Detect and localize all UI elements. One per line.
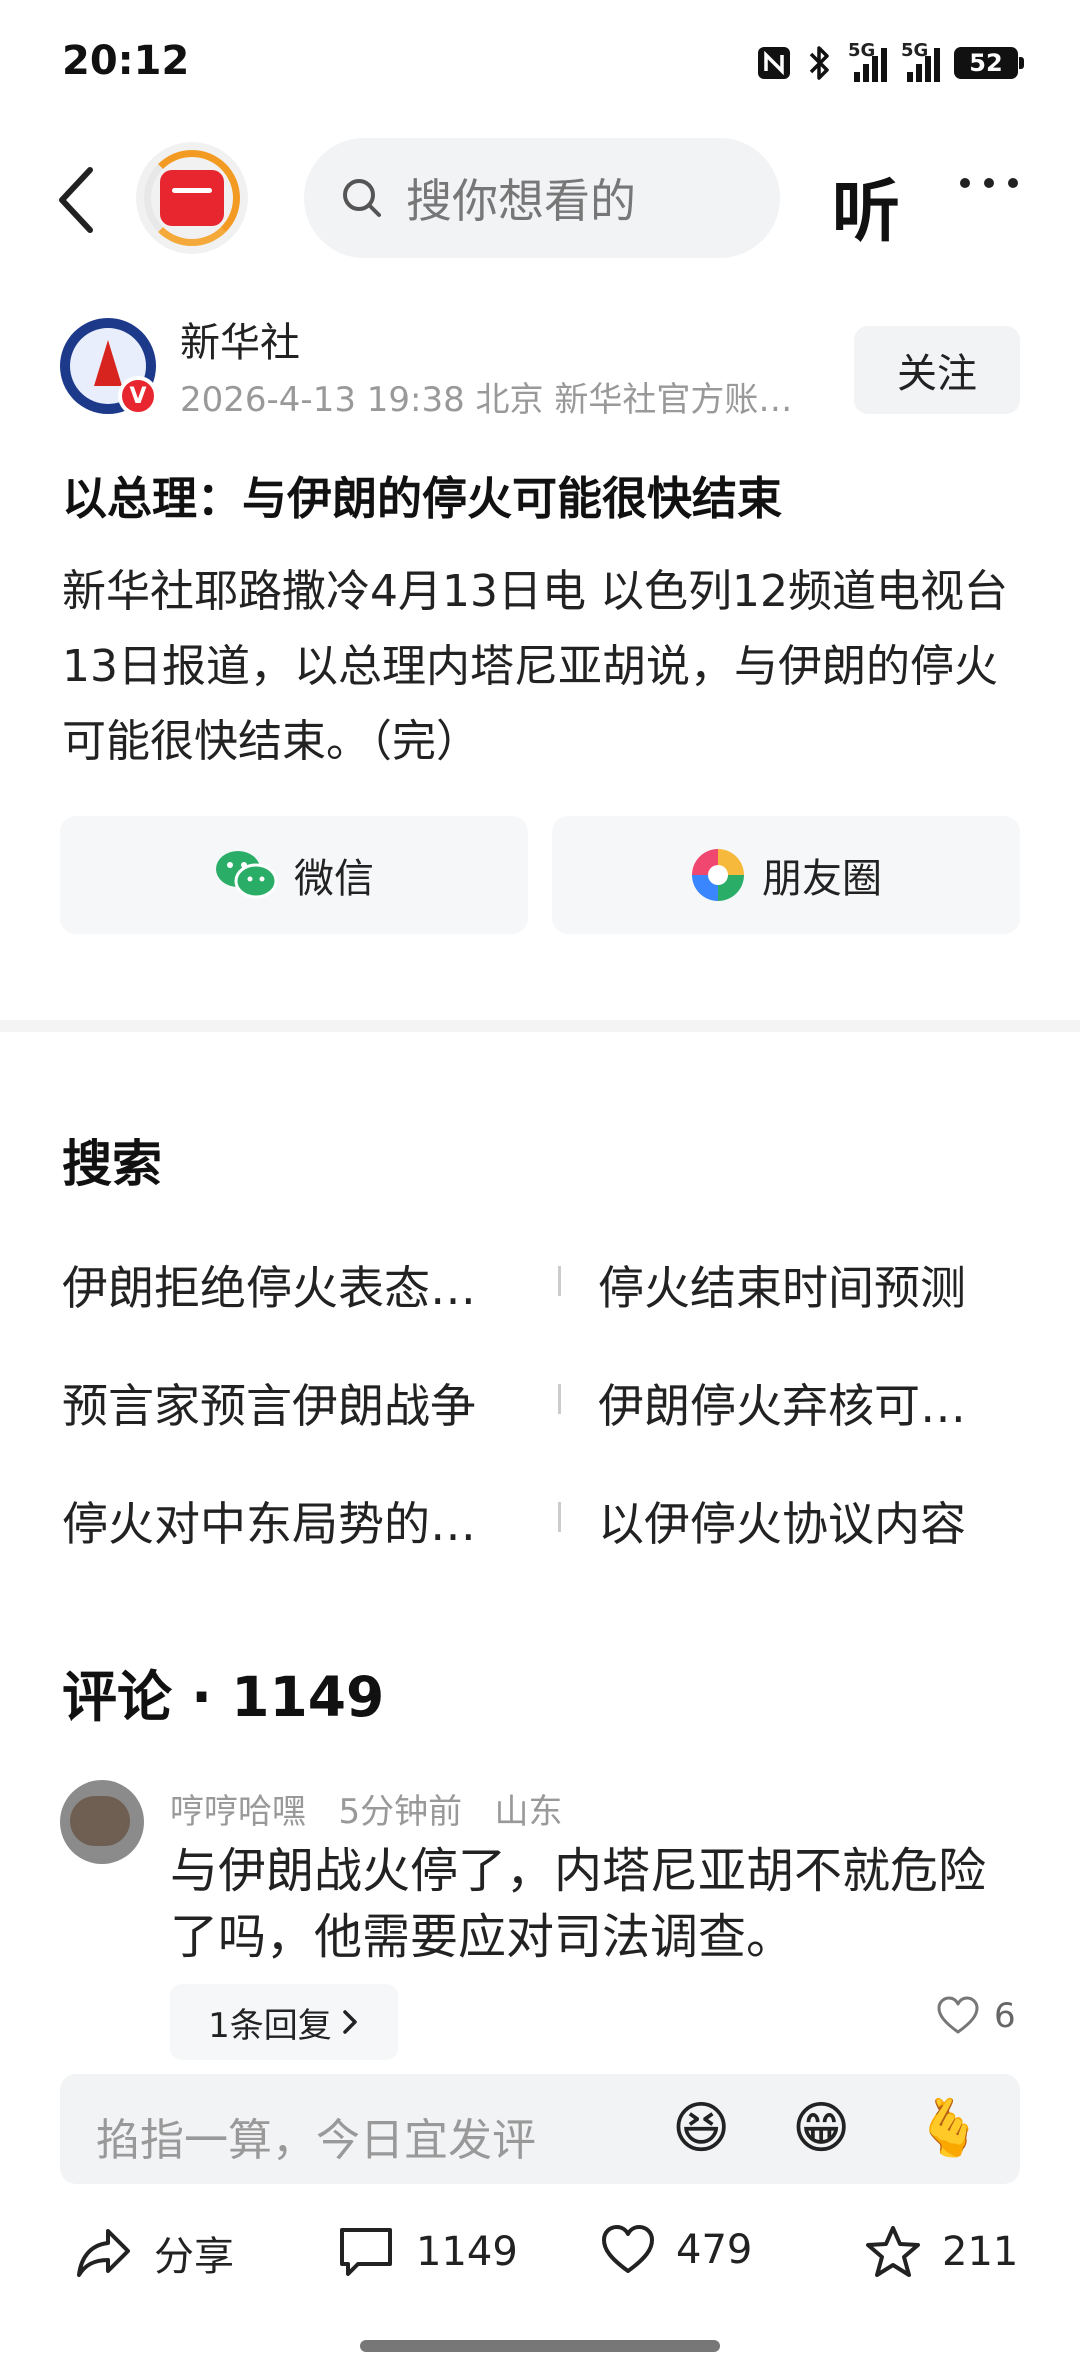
bluetooth-icon xyxy=(809,46,829,80)
search-section-title: 搜索 xyxy=(62,1135,162,1193)
comments-title: 评论 · 1149 xyxy=(62,1665,385,1729)
comment-input[interactable]: 掐指一算，今日宜发评 😆 😁 🫰 xyxy=(60,2074,1020,2184)
search-keyword[interactable]: 伊朗停火弃核可… xyxy=(598,1370,966,1436)
article-title: 以总理：与伊朗的停火可能很快结束 xyxy=(62,472,783,525)
grinning-emoji-icon[interactable]: 😁 xyxy=(792,2098,850,2160)
comment-bubble-icon xyxy=(340,2228,392,2276)
back-arrow-icon[interactable] xyxy=(48,160,108,240)
share-wechat-label: 微信 xyxy=(294,856,374,902)
search-keyword[interactable]: 停火结束时间预测 xyxy=(598,1252,966,1318)
search-placeholder: 搜你想看的 xyxy=(406,174,636,228)
comment-text: 与伊朗战火停了，内塔尼亚胡不就危险了吗，他需要应对司法调查。 xyxy=(170,1843,987,1965)
keyword-separator xyxy=(558,1384,561,1414)
heart-icon xyxy=(937,1996,979,2034)
share-moments-label: 朋友圈 xyxy=(762,856,882,902)
like-count: 479 xyxy=(676,2227,753,2273)
reply-label: 1条回复 xyxy=(208,2005,332,2046)
signal-5g-label-1: 5G xyxy=(848,40,876,61)
search-keyword[interactable]: 预言家预言伊朗战争 xyxy=(62,1370,476,1436)
nfc-icon xyxy=(758,47,790,79)
share-moments-button[interactable]: 朋友圈 xyxy=(552,816,1020,934)
favorite-count: 211 xyxy=(942,2229,1019,2275)
share-arrow-icon xyxy=(77,2229,130,2277)
section-divider xyxy=(0,1020,1080,1032)
battery-indicator: 52 xyxy=(954,47,1024,79)
moments-icon xyxy=(692,849,744,901)
search-keyword[interactable]: 伊朗拒绝停火表态… xyxy=(62,1252,476,1318)
search-bar[interactable]: 搜你想看的 xyxy=(304,138,780,258)
heart-icon xyxy=(602,2225,654,2273)
bottom-action-bar: 分享 1149 479 211 xyxy=(0,2210,1080,2300)
share-row: 微信 朋友圈 xyxy=(60,816,1020,934)
comment-like-button[interactable]: 6 xyxy=(936,1996,1016,2036)
home-indicator[interactable] xyxy=(360,2340,720,2352)
comment-meta: 哼哼哈嘿 5分钟前 山东 xyxy=(170,1784,563,1833)
keyword-separator xyxy=(558,1266,561,1296)
listen-button[interactable]: 听 xyxy=(832,156,900,255)
status-time: 20:12 xyxy=(62,38,190,84)
verified-badge: V xyxy=(118,376,158,416)
author-row: V 新华社 2026-4-13 19:38 北京 新华社官方账… 关注 xyxy=(60,310,1020,420)
more-options-icon[interactable] xyxy=(960,178,1018,188)
comment-count: 1149 xyxy=(416,2229,518,2275)
comment-action[interactable]: 1149 xyxy=(336,2224,518,2280)
comment-location: 山东 xyxy=(494,1792,563,1832)
share-action-label: 分享 xyxy=(154,2234,234,2280)
keyword-separator xyxy=(558,1502,561,1532)
star-icon xyxy=(866,2226,920,2277)
comment-like-count: 6 xyxy=(994,1996,1016,2036)
share-action[interactable]: 分享 xyxy=(74,2224,234,2282)
finger-heart-emoji-icon[interactable]: 🫰 xyxy=(914,2098,984,2160)
commenter-avatar[interactable] xyxy=(60,1780,144,1864)
top-nav: 搜你想看的 听 xyxy=(0,130,1080,265)
search-icon xyxy=(343,179,381,217)
app-logo[interactable] xyxy=(136,142,248,254)
post-meta: 2026-4-13 19:38 北京 新华社官方账… xyxy=(180,380,793,420)
view-replies-button[interactable]: 1条回复 xyxy=(170,1984,398,2060)
share-wechat-button[interactable]: 微信 xyxy=(60,816,528,934)
search-keyword[interactable]: 停火对中东局势的… xyxy=(62,1488,476,1554)
status-bar: 20:12 5G 5G 52 xyxy=(0,0,1080,120)
signal-5g-label-2: 5G xyxy=(901,40,929,61)
favorite-action[interactable]: 211 xyxy=(864,2224,1018,2280)
signal-5g-icon-1: 5G xyxy=(848,40,887,82)
signal-5g-icon-2: 5G xyxy=(901,40,940,82)
comment-user[interactable]: 哼哼哈嘿 xyxy=(170,1792,306,1832)
chevron-right-icon xyxy=(343,2010,357,2034)
like-action[interactable]: 479 xyxy=(600,2224,752,2276)
follow-button[interactable]: 关注 xyxy=(854,326,1020,414)
wechat-icon xyxy=(216,851,278,899)
comment-input-placeholder: 掐指一算，今日宜发评 xyxy=(96,2115,536,2166)
comment-time: 5分钟前 xyxy=(338,1792,463,1832)
status-icons: 5G 5G 52 xyxy=(756,40,1024,82)
laughing-emoji-icon[interactable]: 😆 xyxy=(672,2098,730,2160)
logo-core xyxy=(160,170,224,226)
article-body: 新华社耶路撒冷4月13日电 以色列12频道电视台13日报道，以总理内塔尼亚胡说，… xyxy=(62,566,1008,767)
search-keyword[interactable]: 以伊停火协议内容 xyxy=(598,1488,966,1554)
author-name[interactable]: 新华社 xyxy=(180,310,300,368)
